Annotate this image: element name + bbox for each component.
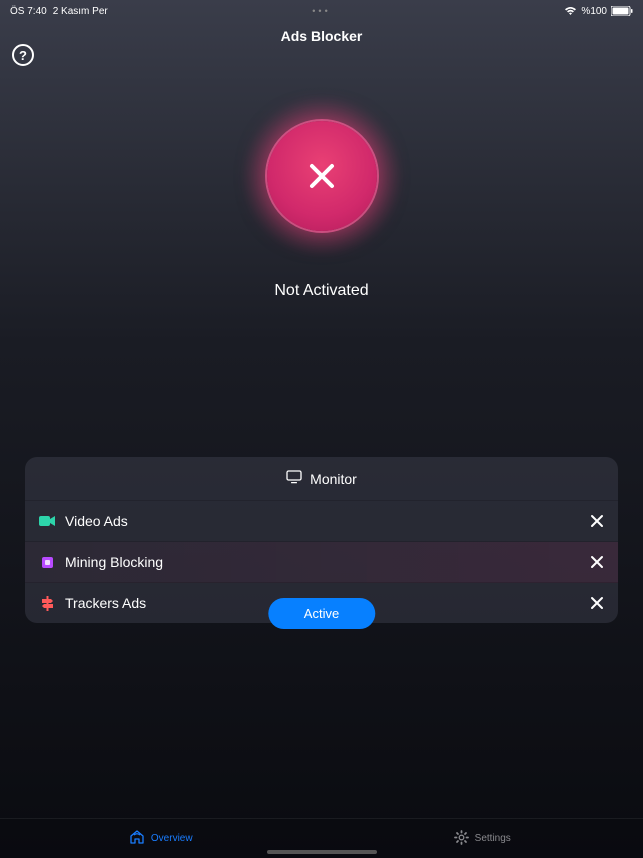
page-title: Ads Blocker xyxy=(0,18,643,48)
help-button[interactable]: ? xyxy=(12,44,34,66)
wifi-icon xyxy=(564,6,577,16)
status-time: ÖS 7:40 xyxy=(10,6,47,17)
active-button[interactable]: Active xyxy=(268,598,375,629)
main-content: Not Activated xyxy=(0,48,643,300)
activation-status: Not Activated xyxy=(274,282,368,300)
status-dots: ••• xyxy=(312,6,330,16)
home-indicator[interactable] xyxy=(267,850,377,854)
video-icon xyxy=(39,513,55,529)
close-icon[interactable] xyxy=(590,555,604,569)
status-bar: ÖS 7:40 2 Kasım Per ••• %100 xyxy=(0,0,643,18)
question-icon: ? xyxy=(19,48,27,63)
power-button-wrap xyxy=(242,96,402,256)
tab-settings[interactable]: Settings xyxy=(322,830,643,848)
close-icon xyxy=(304,158,340,194)
monitor-item-label: Mining Blocking xyxy=(65,554,590,570)
battery-icon xyxy=(611,6,633,16)
status-left: ÖS 7:40 2 Kasım Per xyxy=(10,6,108,17)
close-icon[interactable] xyxy=(590,514,604,528)
monitor-item-video-ads[interactable]: Video Ads xyxy=(25,501,618,542)
close-icon[interactable] xyxy=(590,596,604,610)
chip-icon xyxy=(39,554,55,570)
status-battery-pct: %100 xyxy=(581,6,607,17)
tab-overview[interactable]: Overview xyxy=(0,829,322,848)
status-right: %100 xyxy=(564,6,633,17)
home-icon xyxy=(129,829,145,848)
gear-icon xyxy=(454,830,469,848)
monitor-header: Monitor xyxy=(25,457,618,501)
monitor-item-label: Video Ads xyxy=(65,513,590,529)
monitor-icon xyxy=(286,470,302,487)
tab-label: Overview xyxy=(151,833,193,844)
monitor-title: Monitor xyxy=(310,471,357,487)
power-button[interactable] xyxy=(267,121,377,231)
tab-label: Settings xyxy=(475,833,511,844)
monitor-item-mining-blocking[interactable]: Mining Blocking xyxy=(25,542,618,583)
signpost-icon xyxy=(39,595,55,611)
status-date: 2 Kasım Per xyxy=(53,6,108,17)
